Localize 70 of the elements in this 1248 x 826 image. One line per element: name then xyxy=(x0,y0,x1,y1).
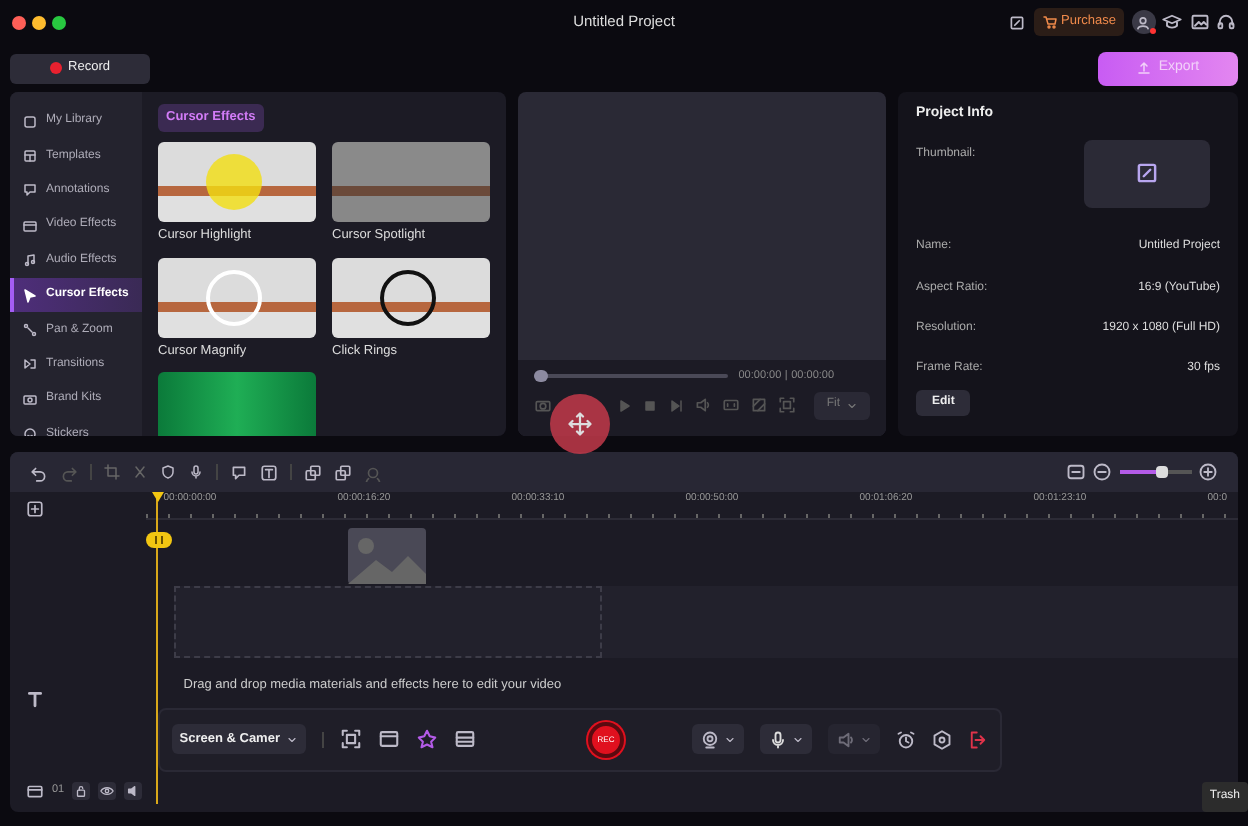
cart-icon xyxy=(1041,14,1058,30)
graduation-cap-icon[interactable] xyxy=(1162,12,1183,32)
zoom-button[interactable] xyxy=(52,15,66,29)
effect-preview-thumbnail[interactable] xyxy=(332,257,490,337)
visibility-button[interactable] xyxy=(98,782,117,800)
chevron-down-icon xyxy=(846,399,858,412)
badge-icon xyxy=(22,391,38,408)
film-icon xyxy=(22,217,38,234)
edit-icon[interactable] xyxy=(1134,160,1160,186)
upload-icon xyxy=(1136,60,1153,76)
lock-icon xyxy=(74,784,89,798)
playhead-handle[interactable] xyxy=(145,532,172,548)
webcam-icon xyxy=(700,729,720,750)
exit-icon[interactable] xyxy=(968,729,988,750)
user-icon xyxy=(1134,13,1153,31)
text-box-icon[interactable] xyxy=(260,463,278,481)
microphone-icon xyxy=(768,729,788,750)
effect-preview-thumbnail[interactable] xyxy=(158,257,316,337)
undo-icon[interactable] xyxy=(30,463,48,481)
chevron-down-icon xyxy=(724,733,736,746)
sparkle-icon[interactable] xyxy=(416,728,438,751)
fit-width-icon[interactable] xyxy=(1065,462,1085,482)
chevron-down-icon xyxy=(286,733,298,746)
mute-button[interactable] xyxy=(124,782,143,800)
text-track-icon xyxy=(26,690,44,708)
alarm-clock-icon[interactable] xyxy=(896,729,916,750)
crop-icon[interactable] xyxy=(104,464,120,480)
speaker-icon xyxy=(836,729,856,750)
minimize-button[interactable] xyxy=(32,15,46,29)
speaker-dropdown[interactable] xyxy=(828,724,880,755)
image-placeholder-icon xyxy=(347,528,426,584)
seek-track[interactable] xyxy=(534,374,728,379)
effect-preview-thumbnail[interactable] xyxy=(158,141,316,222)
add-track-icon[interactable] xyxy=(26,500,44,518)
cursor-icon xyxy=(22,287,38,304)
box-icon xyxy=(22,113,38,130)
nodes-icon xyxy=(22,322,38,339)
thumbnail-placeholder[interactable] xyxy=(1084,139,1210,207)
settings-icon[interactable] xyxy=(932,729,952,750)
shield-icon[interactable] xyxy=(160,464,176,480)
move-icon xyxy=(568,412,592,436)
effect-preview-thumbnail[interactable] xyxy=(158,372,316,436)
zoom-in-icon[interactable] xyxy=(1198,462,1218,482)
chat-icon[interactable] xyxy=(230,463,248,481)
window-icon[interactable] xyxy=(378,728,400,751)
lock-button[interactable] xyxy=(72,782,91,800)
note-icon[interactable] xyxy=(1008,13,1027,31)
speaker-icon xyxy=(126,784,141,798)
split-icon[interactable] xyxy=(132,464,148,480)
headset-icon[interactable] xyxy=(1216,12,1237,32)
chat-icon xyxy=(22,182,38,199)
chevron-down-icon xyxy=(860,733,872,746)
zoom-slider-thumb[interactable] xyxy=(1156,466,1169,478)
layout-icon xyxy=(22,148,38,165)
microphone-dropdown[interactable] xyxy=(760,724,812,755)
film-icon xyxy=(26,782,44,800)
eye-icon xyxy=(100,784,115,798)
capture-region-icon[interactable] xyxy=(340,728,362,751)
music-note-icon xyxy=(22,252,38,269)
seek-thumb[interactable] xyxy=(534,370,548,383)
microphone-icon[interactable] xyxy=(188,464,204,480)
transition-icon xyxy=(22,356,38,373)
avatar-button[interactable] xyxy=(1131,10,1156,34)
camera-dropdown[interactable] xyxy=(692,724,744,755)
zoom-out-icon[interactable] xyxy=(1092,462,1112,482)
effect-preview-thumbnail[interactable] xyxy=(332,141,490,222)
panel-icon[interactable] xyxy=(454,728,476,751)
close-button[interactable] xyxy=(12,15,26,29)
image-icon[interactable] xyxy=(1189,12,1210,32)
chevron-down-icon xyxy=(792,733,804,746)
